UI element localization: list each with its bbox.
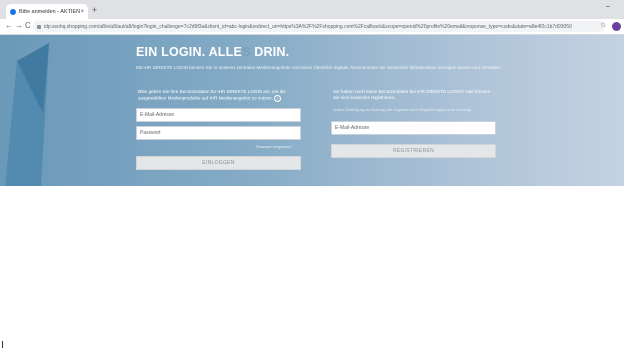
- page-title: EIN LOGIN. ALLES DRIN.: [136, 45, 290, 59]
- help-icon[interactable]: ?: [274, 95, 282, 103]
- tab-title: Bitte anmelden - AKTIEN ONLINE: [19, 8, 81, 15]
- browser-tab-bar: Bitte anmelden - AKTIEN ONLINE × + –: [0, 0, 624, 19]
- bookmark-star-icon[interactable]: ☆: [600, 21, 606, 31]
- intro-text: Mit IHR DIREKTE LOGIN können Sie in unse…: [136, 65, 503, 70]
- login-hero: EIN LOGIN. ALLES DRIN. Mit IHR DIREKTE L…: [0, 35, 624, 186]
- register-note: Unsere Einwilligung zur Nutzung aller An…: [333, 108, 472, 112]
- login-button[interactable]: EINLOGGEN: [136, 156, 301, 170]
- forward-icon[interactable]: →: [15, 21, 23, 31]
- url-input[interactable]: idp.ssohq.shopping.com/a8/e/a8/aut/a8/lo…: [33, 21, 605, 32]
- password-field[interactable]: Passwort: [136, 126, 301, 140]
- text-cursor: [2, 341, 3, 348]
- back-icon[interactable]: ←: [5, 21, 13, 31]
- minimize-icon[interactable]: –: [606, 3, 610, 10]
- tab-close-icon[interactable]: ×: [80, 9, 84, 15]
- register-description: Sie haben noch keine Benutzerdaten bei I…: [333, 89, 491, 101]
- lock-icon: [37, 24, 41, 29]
- forgot-password-link[interactable]: Passwort vergessen?: [256, 145, 292, 149]
- profile-avatar[interactable]: [612, 22, 621, 31]
- email-field[interactable]: E-Mail-Adresse: [136, 108, 301, 122]
- new-tab-icon[interactable]: +: [92, 5, 97, 15]
- login-description: Bitte geben Sie Ihre Benutzerdaten für I…: [138, 89, 286, 103]
- reload-icon[interactable]: C: [25, 21, 31, 31]
- browser-tab[interactable]: Bitte anmelden - AKTIEN ONLINE ×: [6, 4, 88, 19]
- url-text: idp.ssohq.shopping.com/a8/e/a8/aut/a8/lo…: [44, 23, 572, 30]
- address-bar: ← → C idp.ssohq.shopping.com/a8/e/a8/aut…: [0, 19, 624, 35]
- favicon-icon: [10, 8, 16, 15]
- decorative-shape: [5, 43, 49, 186]
- register-button[interactable]: REGISTRIEREN: [331, 144, 496, 158]
- register-email-field[interactable]: E-Mail-Adresse: [331, 121, 496, 135]
